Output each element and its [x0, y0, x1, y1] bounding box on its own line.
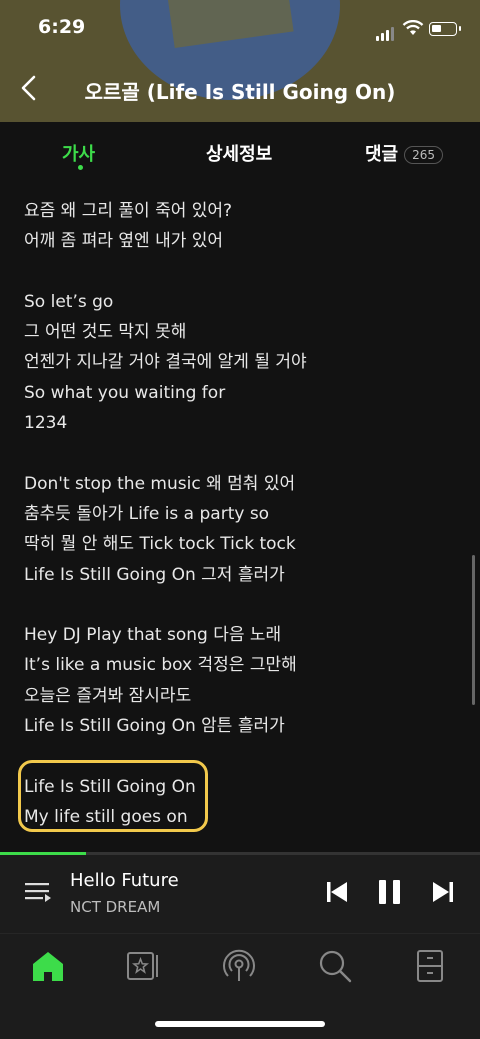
lyric-line: 어깨 좀 펴라 옆엔 내가 있어 — [24, 231, 224, 252]
next-track-icon[interactable] — [428, 877, 458, 907]
status-time: 6:29 — [38, 16, 86, 38]
home-icon[interactable] — [30, 948, 66, 984]
lyric-line: 요즘 왜 그리 풀이 죽어 있어? — [24, 201, 233, 221]
status-bar: 6:29 — [0, 0, 480, 56]
search-icon[interactable] — [317, 948, 353, 984]
lyric-line: 언젠가 지나갈 거야 결국에 알게 될 거야 — [24, 352, 307, 373]
storage-icon[interactable] — [412, 948, 448, 984]
track-artist: NCT DREAM — [70, 898, 161, 916]
previous-track-icon[interactable] — [322, 877, 352, 907]
lyric-line: 1234 — [24, 413, 68, 434]
pause-icon[interactable] — [375, 877, 405, 907]
page-title: 오르골 (Life Is Still Going On) — [84, 80, 396, 104]
lyric-line: It’s like a music box 걱정은 그만해 — [24, 655, 297, 676]
tab-lyrics[interactable]: 가사 — [62, 140, 95, 166]
lyric-spacer — [24, 438, 454, 468]
active-tab-indicator — [78, 165, 83, 170]
lyric-line: 딱히 뭘 안 해도 Tick tock Tick tock — [24, 534, 296, 555]
lyric-line: Don't stop the music 왜 멈춰 있어 — [24, 473, 296, 494]
podcast-icon[interactable] — [221, 948, 257, 984]
lyric-line: 춤추듯 돌아가 Life is a party so — [24, 503, 270, 524]
lyric-line: 그 어떤 것도 막지 못해 — [24, 322, 187, 343]
signal-icon — [376, 22, 396, 41]
lyrics-scrollbar[interactable] — [472, 555, 475, 705]
lyric-spacer — [24, 590, 454, 620]
lyric-line: So what you waiting for — [24, 382, 226, 403]
tab-comments-label: 댓글 — [365, 144, 399, 165]
lyrics-panel[interactable]: 요즘 왜 그리 풀이 죽어 있어? 어깨 좀 펴라 옆엔 내가 있어 So let’… — [24, 196, 454, 832]
lyric-line: So let’s go — [24, 291, 114, 312]
tab-bar: 가사 상세정보 댓글 265 — [0, 122, 480, 180]
lyric-line: 오늘은 즐겨봐 잠시라도 — [24, 685, 192, 706]
back-button[interactable] — [16, 72, 44, 104]
battery-icon — [429, 22, 461, 36]
tab-comments[interactable]: 댓글 265 — [365, 140, 444, 166]
mini-player[interactable]: Hello Future NCT DREAM — [0, 855, 480, 933]
track-title: Hello Future — [70, 870, 179, 891]
lyrics-highlight-annotation — [18, 760, 208, 832]
home-indicator — [155, 1021, 325, 1027]
lyric-line: Hey DJ Play that song 다음 노래 — [24, 625, 282, 646]
library-icon[interactable] — [125, 948, 161, 984]
tab-details[interactable]: 상세정보 — [206, 140, 272, 166]
lyric-line: Life Is Still Going On 그저 흘러가 — [24, 564, 285, 585]
lyric-spacer — [24, 257, 454, 287]
lyric-line: Life Is Still Going On 암튼 흘러가 — [24, 716, 285, 737]
wifi-icon — [402, 20, 424, 35]
comment-count-badge: 265 — [404, 146, 444, 164]
playlist-queue-icon[interactable] — [24, 880, 52, 906]
header: 6:29 오르골 (Life Is Still Going On) — [0, 0, 480, 122]
